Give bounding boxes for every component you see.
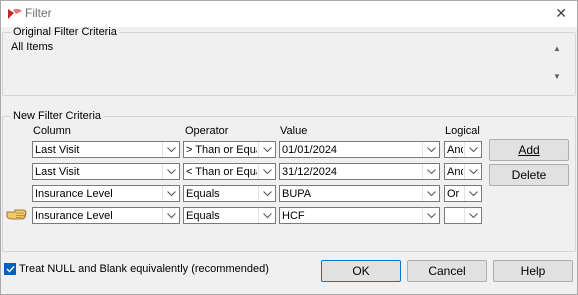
- logical-select[interactable]: [444, 207, 482, 224]
- treat-null-checkbox[interactable]: [4, 263, 16, 275]
- value-select[interactable]: BUPA: [279, 185, 440, 202]
- original-criteria-legend: Original Filter Criteria: [13, 26, 117, 38]
- chevron-down-icon[interactable]: [162, 208, 179, 223]
- value-select[interactable]: HCF: [279, 207, 440, 224]
- chevron-down-icon[interactable]: [258, 186, 275, 201]
- header-value: Value: [280, 125, 308, 137]
- close-icon[interactable]: ✕: [555, 5, 567, 22]
- chevron-down-icon[interactable]: [464, 186, 481, 201]
- treat-null-label[interactable]: Treat NULL and Blank equivalently (recom…: [19, 263, 269, 275]
- chevron-down-icon[interactable]: [464, 208, 481, 223]
- new-criteria-legend: New Filter Criteria: [13, 110, 102, 122]
- help-button[interactable]: Help: [493, 260, 573, 282]
- chevron-down-icon[interactable]: [422, 186, 439, 201]
- chevron-down-icon[interactable]: [258, 208, 275, 223]
- operator-select[interactable]: Equals: [183, 185, 276, 202]
- delete-button[interactable]: Delete: [489, 164, 569, 186]
- logical-select[interactable]: And: [444, 163, 482, 180]
- chevron-down-icon[interactable]: [258, 164, 275, 179]
- filter-app-icon: [8, 8, 22, 19]
- chevron-down-icon[interactable]: [422, 142, 439, 157]
- chevron-down-icon[interactable]: [464, 164, 481, 179]
- hand-pointer-icon: [6, 209, 27, 220]
- add-button[interactable]: Add: [489, 139, 569, 161]
- column-select[interactable]: Last Visit: [32, 141, 180, 158]
- chevron-down-icon[interactable]: [162, 142, 179, 157]
- column-select[interactable]: Insurance Level: [32, 185, 180, 202]
- ok-button[interactable]: OK: [321, 260, 401, 282]
- header-column: Column: [33, 125, 71, 137]
- checkmark-icon: [6, 265, 15, 273]
- column-select[interactable]: Last Visit: [32, 163, 180, 180]
- title-bar: Filter ✕: [1, 1, 577, 27]
- chevron-down-icon[interactable]: [162, 186, 179, 201]
- header-operator: Operator: [185, 125, 229, 137]
- chevron-down-icon[interactable]: [464, 142, 481, 157]
- operator-select[interactable]: > Than or Equal: [183, 141, 276, 158]
- value-select[interactable]: 01/01/2024: [279, 141, 440, 158]
- operator-select[interactable]: < Than or Equal: [183, 163, 276, 180]
- chevron-down-icon[interactable]: [258, 142, 275, 157]
- original-criteria-group: Original Filter Criteria: [2, 26, 576, 96]
- scroll-up-icon[interactable]: ▲: [553, 44, 561, 53]
- header-logical: Logical: [445, 125, 480, 137]
- chevron-down-icon[interactable]: [422, 208, 439, 223]
- operator-select[interactable]: Equals: [183, 207, 276, 224]
- logical-select[interactable]: Or: [444, 185, 482, 202]
- logical-select[interactable]: And: [444, 141, 482, 158]
- chevron-down-icon[interactable]: [422, 164, 439, 179]
- chevron-down-icon[interactable]: [162, 164, 179, 179]
- original-criteria-text: All Items: [11, 41, 54, 53]
- window-title: Filter: [25, 6, 52, 20]
- column-select[interactable]: Insurance Level: [32, 207, 180, 224]
- value-select[interactable]: 31/12/2024: [279, 163, 440, 180]
- scroll-down-icon[interactable]: ▼: [553, 72, 561, 81]
- cancel-button[interactable]: Cancel: [407, 260, 487, 282]
